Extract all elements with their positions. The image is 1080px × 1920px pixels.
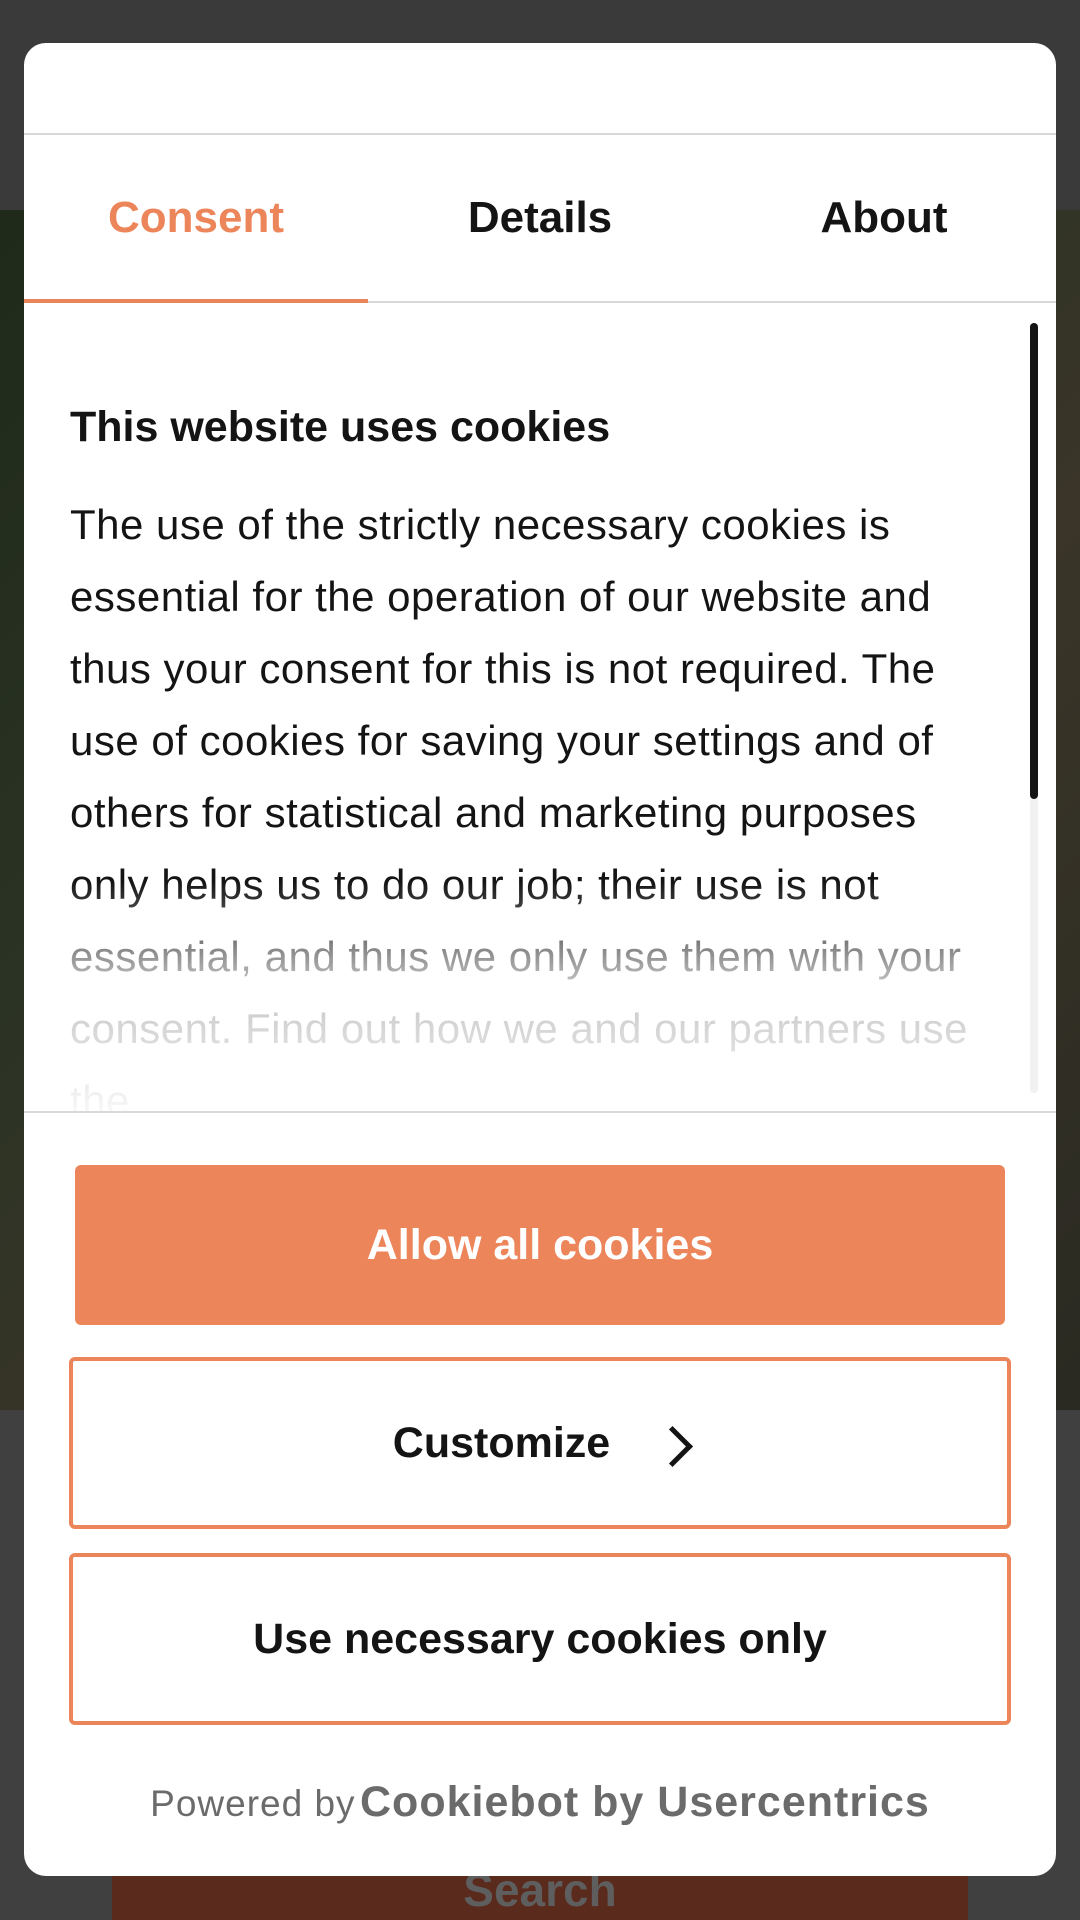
customize-button[interactable]: Customize	[69, 1357, 1011, 1529]
cookiebot-brand-link[interactable]: Cookiebot by Usercentrics	[360, 1778, 930, 1826]
tab-bar: Consent Details About	[24, 135, 1056, 303]
allow-all-label: Allow all cookies	[366, 1220, 714, 1269]
necessary-only-label: Use necessary cookies only	[253, 1614, 827, 1663]
powered-by: Powered by Cookiebot by Usercentrics	[24, 1778, 1056, 1827]
dialog-header	[24, 43, 1056, 135]
scrollbar-thumb[interactable]	[1030, 323, 1038, 799]
necessary-cookies-only-button[interactable]: Use necessary cookies only	[69, 1553, 1011, 1725]
consent-body-text: The use of the strictly necessary cookie…	[70, 501, 969, 1113]
allow-all-cookies-button[interactable]: Allow all cookies	[75, 1165, 1005, 1325]
chevron-right-icon	[652, 1425, 694, 1467]
tab-about[interactable]: About	[712, 135, 1056, 301]
customize-label: Customize	[392, 1418, 611, 1467]
tab-details[interactable]: Details	[368, 135, 712, 301]
cookie-consent-dialog: Consent Details About This website uses …	[24, 43, 1056, 1876]
powered-by-prefix: Powered by	[150, 1783, 356, 1824]
consent-content[interactable]: This website uses cookies The use of the…	[24, 303, 1056, 1113]
dialog-title: This website uses cookies	[70, 403, 611, 451]
tab-consent[interactable]: Consent	[24, 135, 368, 303]
scrollbar[interactable]	[1030, 323, 1038, 1093]
